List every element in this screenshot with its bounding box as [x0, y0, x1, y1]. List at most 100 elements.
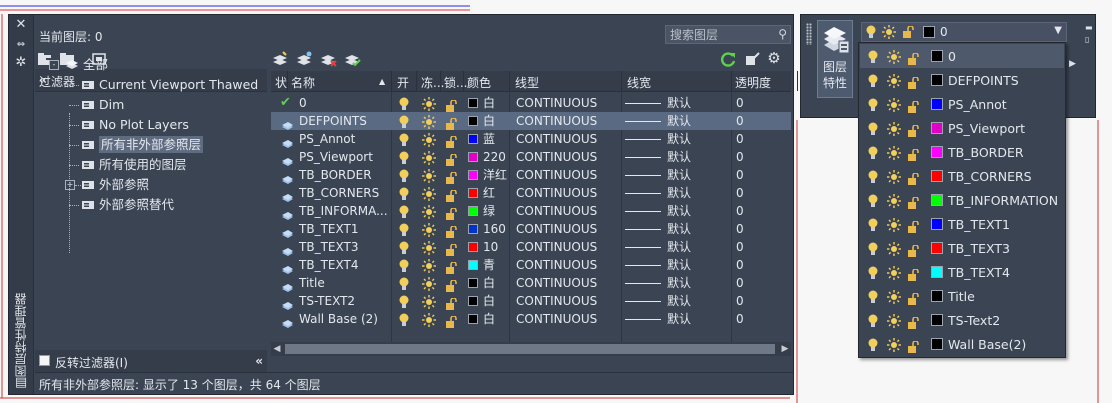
table-row[interactable]: Title 白 CONTINUOUS 默认 0	[271, 274, 791, 292]
unlocked-icon[interactable]	[445, 151, 457, 166]
chevron-down-icon[interactable]: ▼	[1054, 25, 1062, 36]
bulb-on-icon[interactable]	[868, 265, 878, 279]
sun-thawed-icon[interactable]	[422, 294, 436, 309]
unlocked-icon[interactable]	[907, 290, 919, 305]
panel-grip-icon[interactable]	[806, 23, 812, 45]
lineweight[interactable]: 默认	[667, 258, 691, 272]
panel-dock-icon[interactable]: ▯	[1085, 35, 1093, 45]
bulb-on-icon[interactable]	[868, 217, 878, 231]
dropdown-layer-item[interactable]: Title	[860, 284, 1064, 308]
col-transparency[interactable]: 透明度	[735, 74, 771, 91]
settings-gear-icon[interactable]: ⚙	[765, 50, 783, 66]
unlocked-icon[interactable]	[907, 50, 919, 65]
color-swatch[interactable]	[468, 314, 478, 324]
sun-thawed-icon[interactable]	[887, 73, 901, 88]
filter-tree-item[interactable]: 全部	[65, 56, 108, 74]
unlocked-icon[interactable]	[907, 122, 919, 137]
unlocked-icon[interactable]	[907, 266, 919, 281]
color-swatch[interactable]	[468, 188, 478, 198]
sun-thawed-icon[interactable]	[887, 313, 901, 328]
unlocked-icon[interactable]	[445, 223, 457, 238]
bulb-on-icon[interactable]	[868, 121, 878, 135]
lineweight[interactable]: 默认	[667, 150, 691, 164]
linetype[interactable]: CONTINUOUS	[516, 168, 597, 182]
bulb-on-icon[interactable]	[399, 312, 409, 326]
col-color[interactable]: 颜色	[467, 74, 491, 91]
bulb-on-icon[interactable]	[868, 169, 878, 183]
transparency[interactable]: 0	[736, 132, 744, 146]
expand-node-icon[interactable]: +	[65, 180, 75, 190]
sun-thawed-icon[interactable]	[422, 186, 436, 201]
sun-thawed-icon[interactable]	[422, 240, 436, 255]
color-swatch[interactable]	[468, 224, 478, 234]
bulb-on-icon[interactable]	[399, 258, 409, 272]
lineweight[interactable]: 默认	[667, 114, 691, 128]
layer-name[interactable]: TB_TEXT3	[299, 240, 358, 254]
search-icon[interactable]: ⚲	[778, 27, 787, 41]
transparency[interactable]: 0	[736, 312, 744, 326]
table-row[interactable]: TB_TEXT4 青 CONTINUOUS 默认 0	[271, 256, 791, 274]
panel-pin-icon[interactable]: ▬	[1085, 23, 1093, 33]
sun-thawed-icon[interactable]	[887, 97, 901, 112]
horizontal-scrollbar[interactable]: ◀ ▶	[271, 342, 791, 356]
unlocked-icon[interactable]	[445, 277, 457, 292]
table-row[interactable]: PS_Viewport 220 CONTINUOUS 默认 0	[271, 148, 791, 166]
unlocked-icon[interactable]	[445, 241, 457, 256]
collapse-node-icon[interactable]: -	[49, 60, 59, 70]
delete-layer-icon[interactable]	[319, 51, 337, 67]
bulb-on-icon[interactable]	[399, 294, 409, 308]
col-on[interactable]: 开	[397, 74, 409, 91]
color-name[interactable]: 红	[483, 186, 495, 200]
sun-thawed-icon[interactable]	[887, 217, 901, 232]
transparency[interactable]: 0	[736, 258, 744, 272]
sun-thawed-icon[interactable]	[422, 168, 436, 183]
bulb-on-icon[interactable]	[868, 193, 878, 207]
col-lineweight[interactable]: 线宽	[627, 74, 651, 91]
layer-name[interactable]: TB_TEXT4	[299, 258, 358, 272]
scroll-right-icon[interactable]: ▶	[779, 342, 791, 356]
color-name[interactable]: 洋红	[483, 168, 507, 182]
lineweight[interactable]: 默认	[667, 204, 691, 218]
table-row[interactable]: TB_CORNERS 红 CONTINUOUS 默认 0	[271, 184, 791, 202]
unlocked-icon[interactable]	[907, 242, 919, 257]
bulb-on-icon[interactable]	[399, 168, 409, 182]
lineweight[interactable]: 默认	[667, 312, 691, 326]
layer-name[interactable]: DEFPOINTS	[299, 114, 367, 128]
transparency[interactable]: 0	[736, 240, 744, 254]
color-swatch[interactable]	[468, 260, 478, 270]
layer-name[interactable]: PS_Annot	[299, 132, 355, 146]
dropdown-layer-item[interactable]: DEFPOINTS	[860, 68, 1064, 92]
color-swatch[interactable]	[468, 170, 478, 180]
sun-thawed-icon[interactable]	[887, 121, 901, 136]
linetype[interactable]: CONTINUOUS	[516, 114, 597, 128]
color-name[interactable]: 白	[483, 312, 495, 326]
dropdown-layer-item[interactable]: TB_TEXT3	[860, 236, 1064, 260]
dropdown-layer-item[interactable]: TS-Text2	[860, 308, 1064, 332]
color-name[interactable]: 白	[483, 276, 495, 290]
unlocked-icon[interactable]	[907, 170, 919, 185]
table-row[interactable]: TB_TEXT3 10 CONTINUOUS 默认 0	[271, 238, 791, 256]
linetype[interactable]: CONTINUOUS	[516, 276, 597, 290]
sun-thawed-icon[interactable]	[887, 289, 901, 304]
transparency[interactable]: 0	[736, 276, 744, 290]
sun-thawed-icon[interactable]	[422, 114, 436, 129]
color-name[interactable]: 白	[483, 114, 495, 128]
linetype[interactable]: CONTINUOUS	[516, 312, 597, 326]
transparency[interactable]: 0	[736, 222, 744, 236]
transparency[interactable]: 0	[736, 294, 744, 308]
dropdown-layer-item[interactable]: Wall Base(2)	[860, 332, 1064, 356]
bulb-on-icon[interactable]	[399, 276, 409, 290]
color-name[interactable]: 青	[483, 258, 495, 272]
sun-thawed-icon[interactable]	[887, 169, 901, 184]
bulb-on-icon[interactable]	[399, 240, 409, 254]
table-row[interactable]: PS_Annot 蓝 CONTINUOUS 默认 0	[271, 130, 791, 148]
layer-name[interactable]: TB_TEXT1	[299, 222, 358, 236]
bulb-on-icon[interactable]	[399, 114, 409, 128]
linetype[interactable]: CONTINUOUS	[516, 150, 597, 164]
scrollbar-thumb[interactable]	[285, 344, 775, 354]
color-swatch[interactable]	[468, 134, 478, 144]
bulb-on-icon[interactable]	[868, 97, 878, 111]
sun-thawed-icon[interactable]	[422, 276, 436, 291]
sun-thawed-icon[interactable]	[422, 96, 436, 111]
color-name[interactable]: 白	[483, 96, 495, 110]
